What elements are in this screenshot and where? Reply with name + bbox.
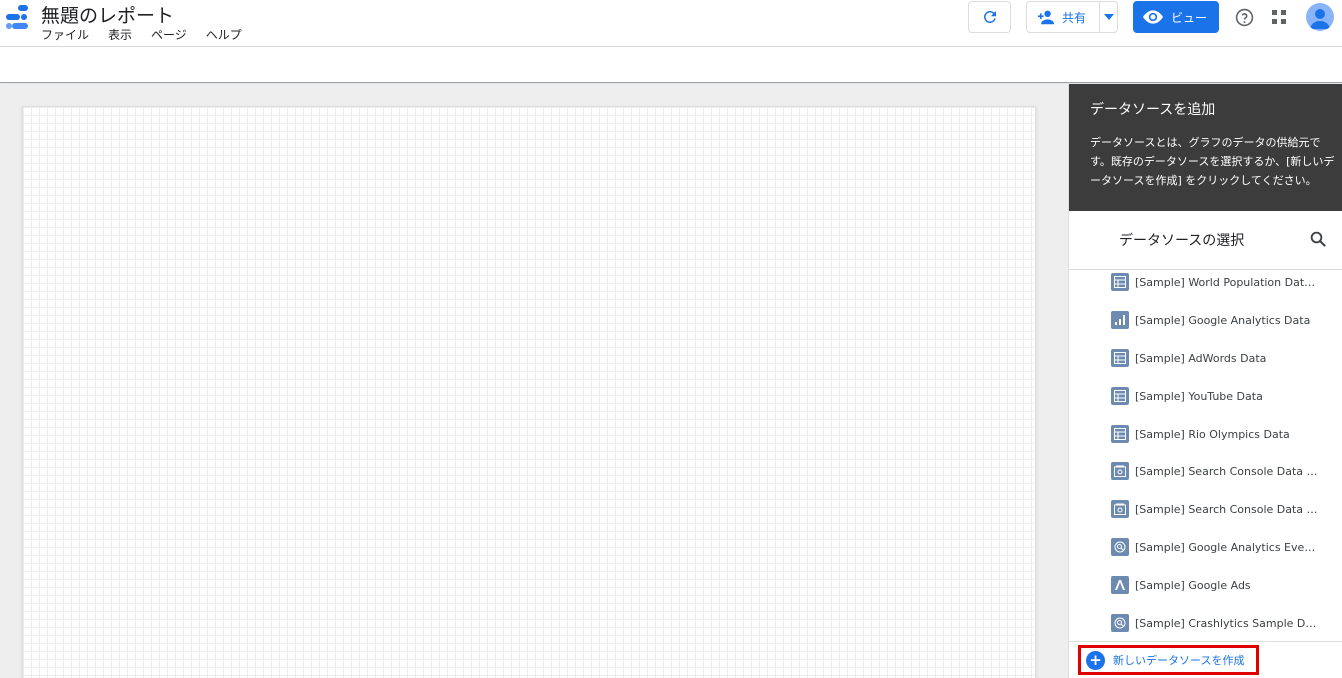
caret-down-icon	[1103, 14, 1114, 20]
data-source-list: [Sample] World Population Data 2... [Sam…	[1069, 271, 1342, 641]
search-icon[interactable]	[1309, 230, 1327, 252]
apps-grid-icon[interactable]	[1271, 9, 1287, 29]
analytics-events-icon	[1111, 538, 1129, 556]
crashlytics-icon	[1111, 614, 1129, 632]
create-data-source-label: 新しいデータソースを作成	[1113, 654, 1245, 667]
share-button-group: 共有	[1026, 1, 1118, 33]
list-item[interactable]: [Sample] Google Analytics Events ...	[1111, 537, 1319, 557]
table-icon	[1111, 273, 1129, 291]
table-icon	[1111, 349, 1129, 367]
table-icon	[1111, 425, 1129, 443]
menu-page[interactable]: ページ	[151, 26, 187, 43]
report-canvas[interactable]	[22, 106, 1036, 678]
list-item[interactable]: [Sample] AdWords Data	[1111, 348, 1319, 368]
list-item-label: [Sample] YouTube Data	[1135, 389, 1263, 403]
person-add-icon	[1038, 10, 1054, 25]
list-item[interactable]: [Sample] World Population Data 2...	[1111, 272, 1319, 292]
share-label: 共有	[1062, 10, 1087, 25]
list-item[interactable]: [Sample] YouTube Data	[1111, 386, 1319, 406]
panel-title: データソースを追加	[1090, 102, 1216, 118]
list-item-label: [Sample] Rio Olympics Data	[1135, 427, 1290, 441]
list-item-label: [Sample] Google Analytics Events ...	[1135, 540, 1319, 554]
editor-toolbar	[0, 47, 1342, 83]
refresh-button[interactable]	[968, 1, 1011, 33]
list-item[interactable]: [Sample] Rio Olympics Data	[1111, 424, 1319, 444]
data-source-select-header: データソースの選択	[1069, 211, 1342, 270]
account-avatar[interactable]	[1306, 3, 1334, 31]
panel-description: データソースとは、グラフのデータの供給元です。既存のデータソースを選択するか、[…	[1090, 136, 1335, 187]
list-item-label: [Sample] Search Console Data (UR...	[1135, 502, 1319, 516]
create-data-source-row: + 新しいデータソースを作成	[1069, 641, 1342, 678]
app-header: 無題のレポート ファイル 表示 ページ ヘルプ 共有 ビュー	[0, 0, 1342, 47]
menu-view[interactable]: 表示	[108, 26, 132, 43]
eye-icon	[1143, 10, 1163, 24]
table-icon	[1111, 387, 1129, 405]
list-item[interactable]: [Sample] Search Console Data (Sit...	[1111, 461, 1319, 481]
list-item-label: [Sample] Google Analytics Data	[1135, 313, 1311, 327]
list-item[interactable]: [Sample] Google Analytics Data	[1111, 310, 1319, 330]
search-console-icon	[1111, 500, 1129, 518]
canvas-area	[0, 84, 1068, 678]
add-data-source-panel: データソースを追加 データソースとは、グラフのデータの供給元です。既存のデータソ…	[1068, 84, 1342, 678]
share-dropdown-button[interactable]	[1100, 2, 1117, 32]
plus-icon: +	[1086, 650, 1105, 670]
panel-header: データソースを追加 データソースとは、グラフのデータの供給元です。既存のデータソ…	[1069, 84, 1342, 211]
menu-file[interactable]: ファイル	[41, 26, 89, 43]
google-ads-icon	[1111, 576, 1129, 594]
menu-help[interactable]: ヘルプ	[206, 26, 242, 43]
bar-chart-icon	[1111, 311, 1129, 329]
refresh-icon	[983, 10, 996, 23]
report-title[interactable]: 無題のレポート	[41, 1, 174, 28]
search-console-icon	[1111, 462, 1129, 480]
view-button[interactable]: ビュー	[1133, 1, 1219, 33]
list-item[interactable]: [Sample] Google Ads	[1111, 575, 1319, 595]
create-data-source-button[interactable]: + 新しいデータソースを作成	[1078, 645, 1259, 675]
list-item-label: [Sample] Google Ads	[1135, 578, 1251, 592]
help-icon[interactable]	[1235, 8, 1254, 31]
list-item-label: [Sample] World Population Data 2...	[1135, 275, 1319, 289]
list-item-label: [Sample] Search Console Data (Sit...	[1135, 464, 1319, 478]
select-title: データソースの選択	[1119, 233, 1245, 249]
list-item[interactable]: [Sample] Search Console Data (UR...	[1111, 499, 1319, 519]
list-item[interactable]: [Sample] Crashlytics Sample Data	[1111, 613, 1319, 633]
share-button[interactable]: 共有	[1027, 2, 1101, 32]
list-item-label: [Sample] AdWords Data	[1135, 351, 1267, 365]
list-item-label: [Sample] Crashlytics Sample Data	[1135, 616, 1319, 630]
view-label: ビュー	[1171, 10, 1208, 25]
menu-bar: ファイル 表示 ページ ヘルプ	[41, 26, 242, 43]
data-studio-logo-icon[interactable]	[4, 4, 30, 30]
